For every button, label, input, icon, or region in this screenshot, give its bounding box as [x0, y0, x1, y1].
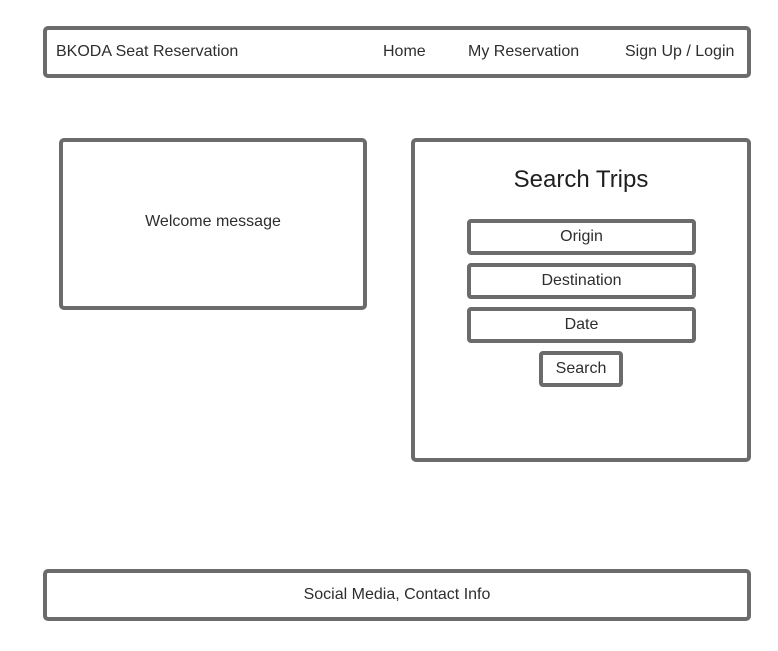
origin-field[interactable]: Origin: [467, 219, 696, 255]
nav-home-link[interactable]: Home: [383, 30, 426, 74]
search-button[interactable]: Search: [539, 351, 623, 387]
date-field[interactable]: Date: [467, 307, 696, 343]
nav-signup-login-link[interactable]: Sign Up / Login: [625, 30, 734, 74]
top-navbar: BKODA Seat Reservation Home My Reservati…: [43, 26, 751, 78]
welcome-message: Welcome message: [145, 213, 281, 230]
search-trips-title: Search Trips: [513, 166, 649, 193]
nav-my-reservation-link[interactable]: My Reservation: [468, 30, 579, 74]
search-trips-panel: Search Trips Origin Destination Date Sea…: [411, 138, 751, 462]
destination-field[interactable]: Destination: [467, 263, 696, 299]
footer: Social Media, Contact Info: [43, 569, 751, 621]
brand-title[interactable]: BKODA Seat Reservation: [56, 30, 238, 74]
welcome-panel: Welcome message: [59, 138, 367, 310]
footer-contact-info: Social Media, Contact Info: [303, 586, 491, 603]
